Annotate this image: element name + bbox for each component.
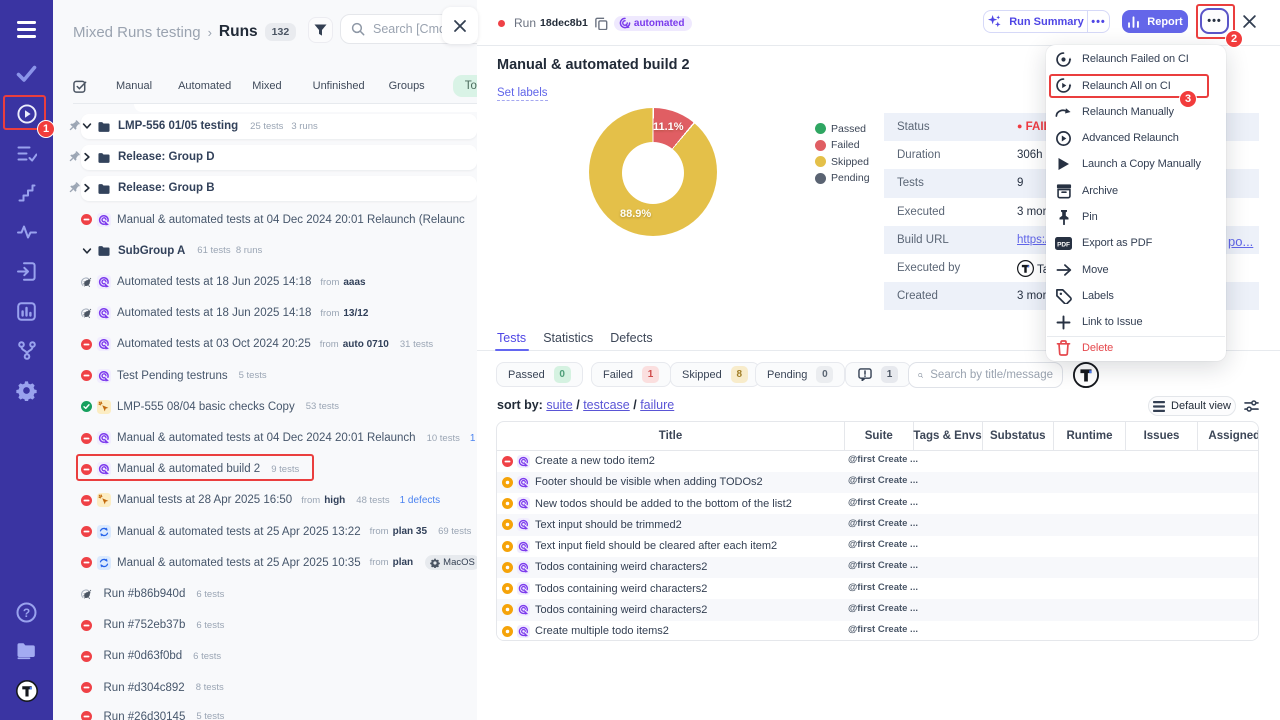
svg-text:PDF: PDF [1057,241,1070,248]
